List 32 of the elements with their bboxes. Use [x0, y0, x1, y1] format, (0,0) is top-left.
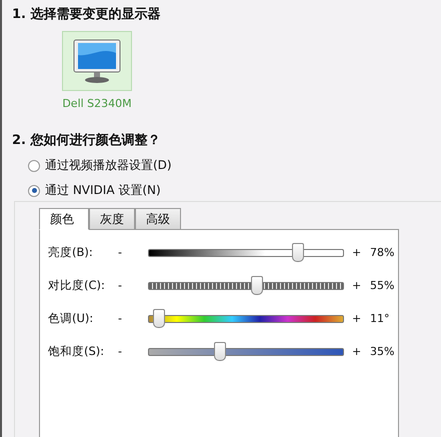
minus-label: -	[118, 312, 123, 325]
slider-thumb[interactable]	[214, 342, 226, 361]
slider-label: 色调(U):	[48, 312, 94, 325]
slider-value: 35%	[370, 345, 396, 358]
slider-label: 亮度(B):	[48, 246, 94, 259]
slider-thumb[interactable]	[250, 276, 263, 295]
tab[interactable]: 高级	[135, 208, 181, 230]
radio-label: 通过 NVIDIA 设置(N)	[45, 182, 161, 199]
minus-label: -	[118, 279, 123, 292]
plus-label: +	[352, 345, 362, 358]
display-name: Dell S2340M	[62, 97, 132, 110]
slider-value: 11°	[370, 312, 390, 325]
slider-value: 55%	[370, 279, 396, 292]
section-heading: 2. 您如何进行颜色调整？	[12, 132, 162, 149]
monitor-icon	[72, 38, 122, 84]
radio-button[interactable]	[28, 160, 40, 172]
plus-label: +	[352, 312, 362, 325]
radio-button[interactable]	[28, 184, 40, 196]
slider-thumb[interactable]	[152, 309, 165, 328]
minus-label: -	[118, 345, 123, 358]
slider-value: 78%	[370, 246, 396, 259]
plus-label: +	[352, 246, 362, 259]
slider-label: 饱和度(S):	[48, 345, 106, 358]
tab[interactable]: 颜色	[39, 208, 89, 230]
display-tile[interactable]	[62, 31, 132, 91]
tab[interactable]: 灰度	[89, 208, 135, 230]
slider-thumb[interactable]	[292, 243, 304, 262]
section-heading: 1. 选择需要变更的显示器	[12, 6, 162, 23]
minus-label: -	[118, 246, 123, 259]
slider-label: 对比度(C):	[48, 279, 106, 292]
radio-label: 通过视频播放器设置(D)	[45, 157, 172, 174]
plus-label: +	[352, 279, 362, 292]
